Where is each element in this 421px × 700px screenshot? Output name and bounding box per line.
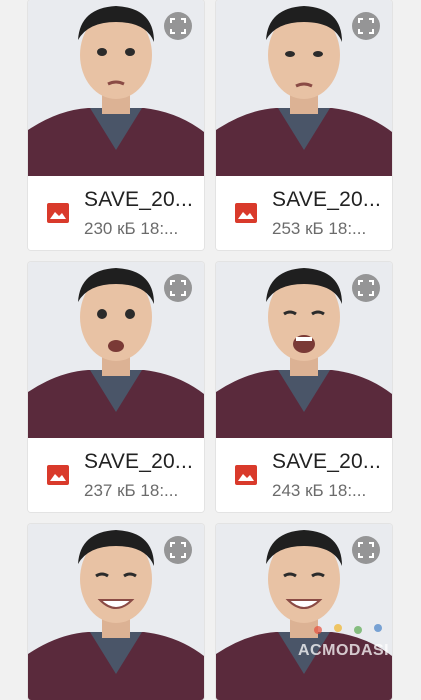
file-name: SAVE_20... — [272, 188, 382, 211]
file-card[interactable]: SAVE_20... 243 кБ 18:... — [216, 262, 392, 512]
image-file-icon — [235, 465, 257, 485]
file-meta: 253 кБ 18:... — [272, 219, 367, 238]
expand-button[interactable] — [164, 274, 192, 302]
thumbnail-image[interactable] — [216, 262, 392, 438]
file-info: SAVE_20... 253 кБ 18:... — [216, 176, 392, 250]
expand-icon — [170, 18, 186, 34]
file-meta: 230 кБ 18:... — [84, 219, 179, 238]
image-file-icon — [47, 465, 69, 485]
thumbnail-image[interactable] — [28, 262, 204, 438]
file-card[interactable]: SAVE_20... 230 кБ 18:... — [28, 0, 204, 250]
expand-icon — [358, 542, 374, 558]
file-name: SAVE_20... — [84, 188, 194, 211]
file-name: SAVE_20... — [84, 450, 194, 473]
watermark-text: ACMODASI — [298, 642, 390, 659]
file-info: SAVE_20... 243 кБ 18:... — [216, 438, 392, 512]
file-card[interactable]: SAVE_20... 253 кБ 18:... — [216, 0, 392, 250]
thumbnail-image[interactable] — [216, 524, 392, 700]
file-grid: SAVE_20... 230 кБ 18:... SAVE_20... 253 … — [0, 0, 421, 700]
watermark-logo: ACMODASI — [298, 622, 398, 672]
file-info: SAVE_20... 237 кБ 18:... — [28, 438, 204, 512]
expand-icon — [358, 18, 374, 34]
file-name: SAVE_20... — [272, 450, 382, 473]
file-card[interactable] — [28, 524, 204, 700]
file-meta: 237 кБ 18:... — [84, 481, 179, 500]
expand-icon — [358, 280, 374, 296]
file-card[interactable]: SAVE_20... 237 кБ 18:... — [28, 262, 204, 512]
expand-icon — [170, 280, 186, 296]
thumbnail-image[interactable] — [28, 0, 204, 176]
expand-button[interactable] — [164, 12, 192, 40]
expand-button[interactable] — [164, 536, 192, 564]
image-file-icon — [235, 203, 257, 223]
thumbnail-image[interactable] — [28, 524, 204, 700]
expand-button[interactable] — [352, 12, 380, 40]
file-card[interactable] — [216, 524, 392, 700]
image-file-icon — [47, 203, 69, 223]
thumbnail-image[interactable] — [216, 0, 392, 176]
expand-button[interactable] — [352, 274, 380, 302]
expand-icon — [170, 542, 186, 558]
file-meta: 243 кБ 18:... — [272, 481, 367, 500]
file-info: SAVE_20... 230 кБ 18:... — [28, 176, 204, 250]
expand-button[interactable] — [352, 536, 380, 564]
